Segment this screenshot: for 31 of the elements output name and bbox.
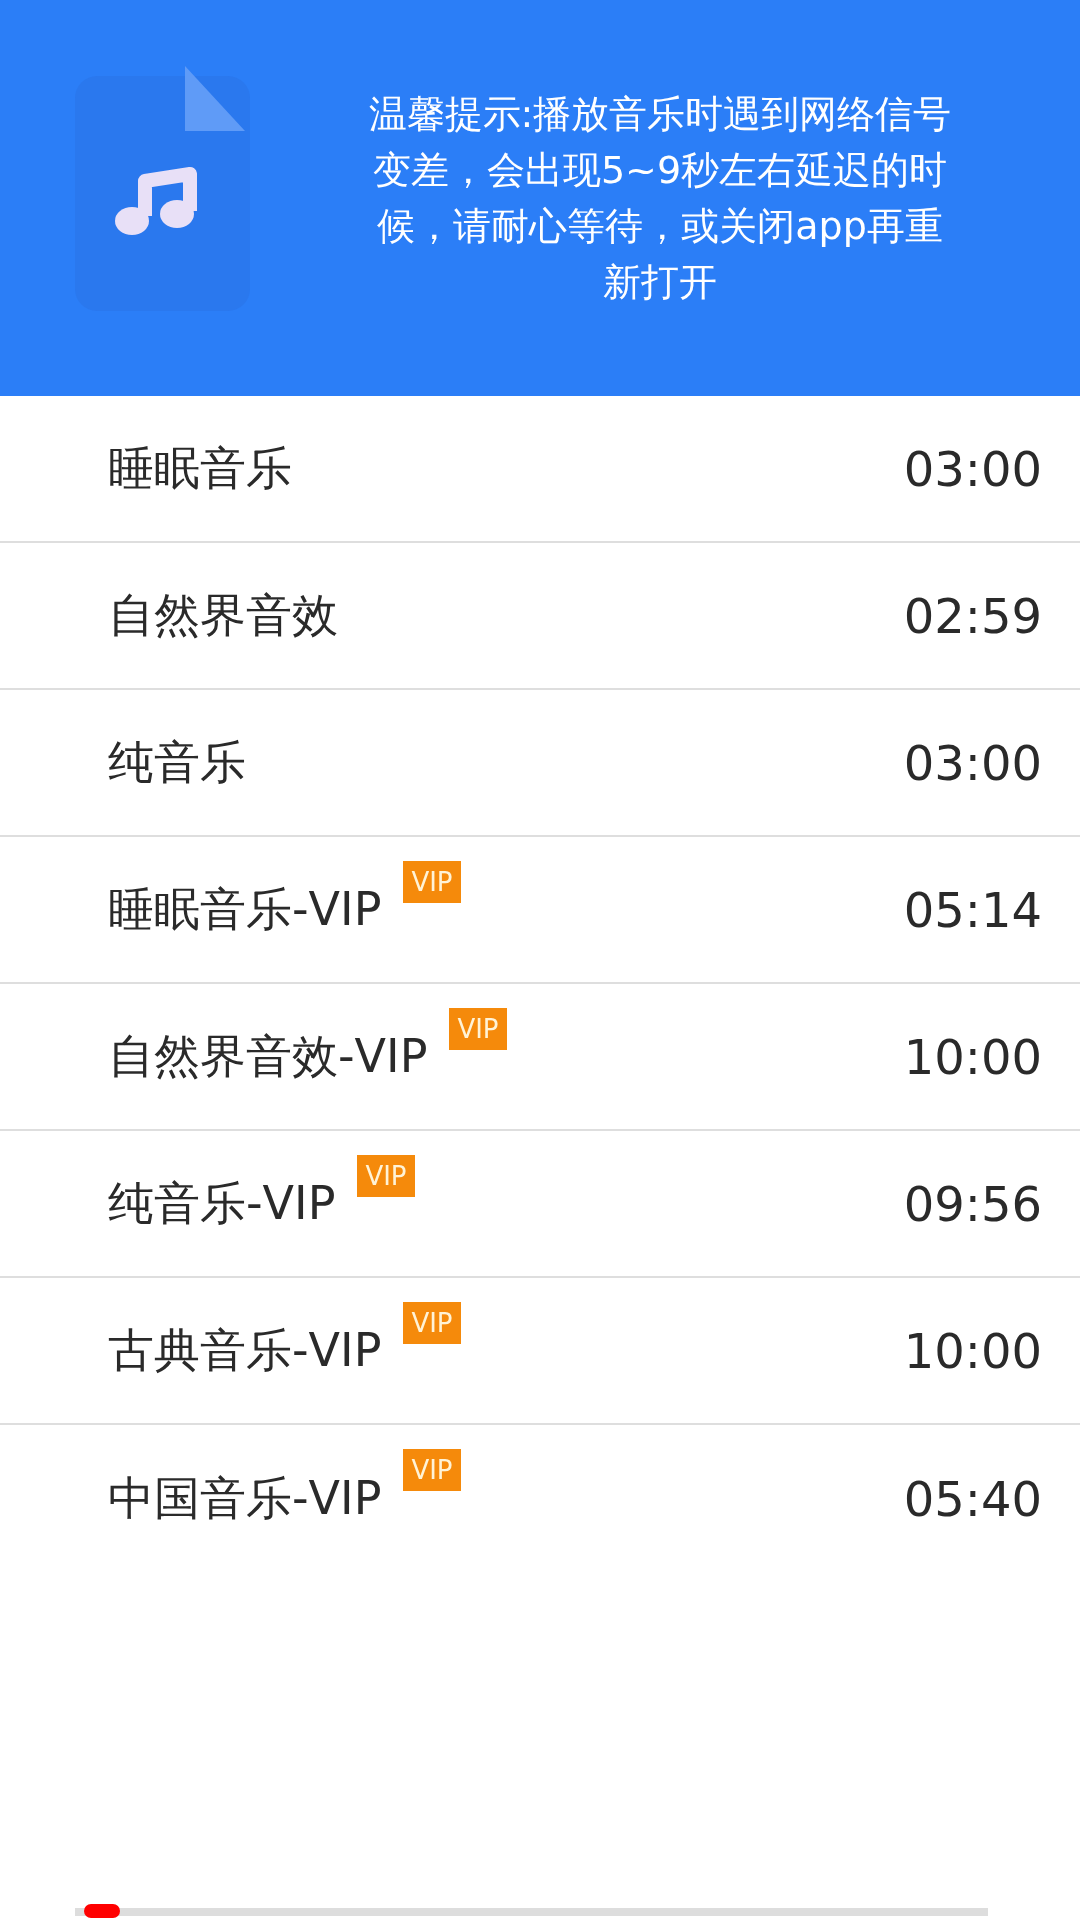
track-title: 自然界音效	[108, 586, 338, 644]
track-row[interactable]: 古典音乐-VIP VIP 10:00	[0, 1278, 1080, 1425]
track-title: 睡眠音乐-VIP	[108, 880, 382, 938]
track-duration: 03:00	[903, 734, 1042, 791]
vip-badge: VIP	[403, 1302, 461, 1344]
track-title: 古典音乐-VIP	[108, 1321, 382, 1379]
track-duration: 09:56	[903, 1175, 1042, 1232]
track-duration: 10:00	[903, 1322, 1042, 1379]
track-row[interactable]: 纯音乐-VIP VIP 09:56	[0, 1131, 1080, 1278]
vip-badge: VIP	[403, 1449, 461, 1491]
track-row[interactable]: 纯音乐 03:00	[0, 690, 1080, 837]
track-row[interactable]: 自然界音效 02:59	[0, 543, 1080, 690]
track-row[interactable]: 自然界音效-VIP VIP 10:00	[0, 984, 1080, 1131]
track-title: 纯音乐	[108, 733, 246, 791]
track-duration: 03:00	[903, 440, 1042, 497]
slider-thumb[interactable]	[84, 1904, 121, 1918]
vip-badge: VIP	[403, 861, 461, 903]
vip-badge: VIP	[357, 1155, 415, 1197]
notice-text: 温馨提示:播放音乐时遇到网络信号变差，会出现5~9秒左右延迟的时候，请耐心等待，或关闭app再重新打开	[367, 91, 953, 306]
track-title: 自然界音效-VIP	[108, 1027, 428, 1085]
track-row[interactable]: 睡眠音乐 03:00	[0, 396, 1080, 543]
vip-badge: VIP	[449, 1008, 507, 1050]
track-duration: 05:14	[903, 881, 1042, 938]
track-row[interactable]: 睡眠音乐-VIP VIP 05:14	[0, 837, 1080, 984]
track-duration: 10:00	[903, 1028, 1042, 1085]
track-row[interactable]: 中国音乐-VIP VIP 05:40	[0, 1425, 1080, 1572]
track-title: 睡眠音乐	[108, 439, 292, 497]
track-title: 纯音乐-VIP	[108, 1174, 336, 1232]
track-title: 中国音乐-VIP	[108, 1469, 382, 1527]
track-duration: 02:59	[903, 587, 1042, 644]
track-duration: 05:40	[903, 1470, 1042, 1527]
